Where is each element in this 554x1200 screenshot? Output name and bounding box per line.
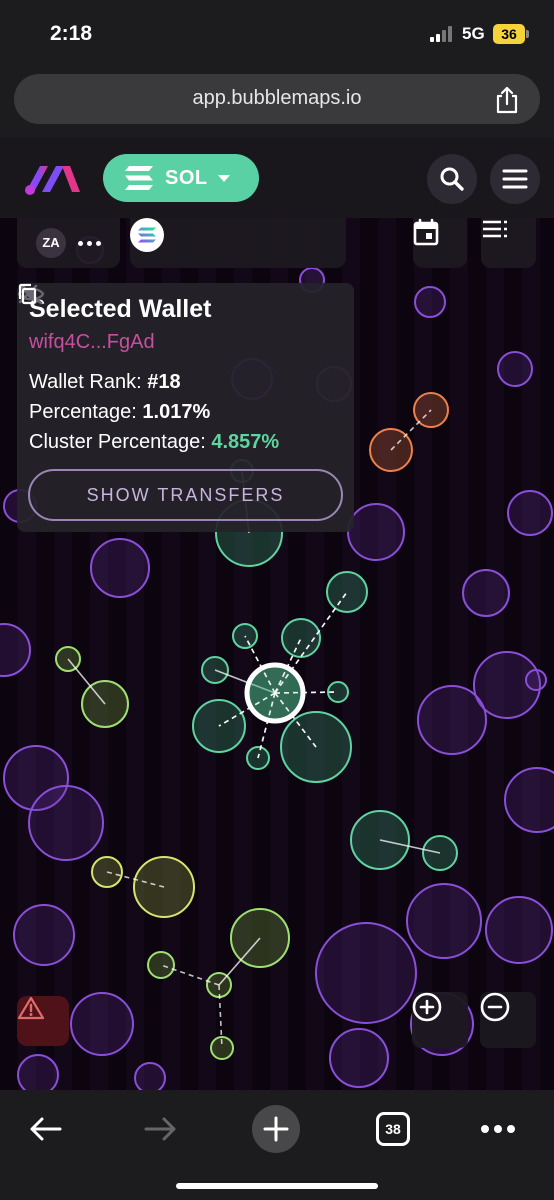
menu-icon: [502, 169, 528, 189]
wallet-bubble[interactable]: [417, 685, 487, 755]
map-tools: [130, 218, 346, 268]
forward-button[interactable]: [136, 1104, 186, 1154]
back-icon: [30, 1117, 62, 1141]
wallet-bubble[interactable]: [462, 569, 510, 617]
wallet-bubble[interactable]: [414, 286, 446, 318]
chain-label: SOL: [165, 166, 208, 189]
chain-selector-button[interactable]: SOL: [103, 154, 259, 202]
wallet-bubble[interactable]: [17, 1054, 59, 1090]
warning-button[interactable]: [17, 996, 69, 1046]
warning-icon: [17, 996, 45, 1020]
bubble-map[interactable]: ZA Selected Wallet wifq4C...FgAd Wallet …: [0, 218, 554, 1090]
selected-wallet-panel: Selected Wallet wifq4C...FgAd Wallet Ran…: [17, 283, 354, 532]
wallet-rank-row: Wallet Rank: #18: [29, 371, 181, 394]
chevron-down-icon: [217, 174, 230, 182]
menu-button[interactable]: [490, 154, 540, 204]
search-button[interactable]: [427, 154, 477, 204]
cluster-percentage-row: Cluster Percentage: 4.857%: [29, 431, 279, 454]
zoom-in-button[interactable]: [412, 992, 468, 1048]
browser-url-area: app.bubblemaps.io: [0, 68, 554, 138]
wallet-bubble[interactable]: [28, 785, 104, 861]
wallet-bubble[interactable]: [329, 1028, 389, 1088]
app-header: SOL: [0, 138, 554, 218]
wallet-rank-value: #18: [147, 371, 181, 393]
calendar-button[interactable]: [413, 218, 467, 268]
battery-icon: 36: [493, 24, 525, 44]
user-menu[interactable]: ZA: [17, 218, 120, 268]
wallet-bubble[interactable]: [485, 896, 553, 964]
zoom-out-icon: [480, 992, 510, 1022]
wallet-bubble[interactable]: [90, 538, 150, 598]
solana-icon: [125, 166, 153, 190]
wallet-bubble[interactable]: [406, 883, 482, 959]
percentage-row: Percentage: 1.017%: [29, 401, 210, 424]
wallet-bubble[interactable]: [0, 623, 31, 677]
wallet-bubble[interactable]: [70, 992, 134, 1056]
more-icon: [481, 1125, 515, 1133]
new-tab-icon: [252, 1105, 300, 1153]
wallet-bubble[interactable]: [315, 922, 417, 1024]
tabs-button[interactable]: 38: [368, 1104, 418, 1154]
home-indicator: [176, 1183, 378, 1189]
search-icon: [440, 167, 464, 191]
list-icon: [483, 220, 507, 238]
wallet-bubble[interactable]: [347, 503, 405, 561]
wallet-bubble[interactable]: [504, 767, 554, 833]
wallet-bubble[interactable]: [525, 669, 547, 691]
network-type: 5G: [462, 24, 485, 43]
bubblemaps-logo[interactable]: [22, 160, 82, 196]
new-tab-button[interactable]: [251, 1104, 301, 1154]
status-bar: 2:18 5G 36: [0, 0, 554, 68]
signal-icon: [430, 26, 456, 42]
cluster-percentage-value: 4.857%: [211, 431, 280, 453]
zoom-out-button[interactable]: [480, 992, 536, 1048]
wallet-list-button[interactable]: [481, 218, 536, 268]
more-dots-icon[interactable]: [78, 240, 101, 246]
url-text[interactable]: app.bubblemaps.io: [14, 87, 540, 110]
battery-cap: [526, 30, 529, 38]
zoom-in-icon: [412, 992, 442, 1022]
solana-token-icon[interactable]: [130, 218, 164, 252]
share-icon[interactable]: [494, 86, 520, 114]
panel-title: Selected Wallet: [29, 295, 212, 323]
url-bar[interactable]: app.bubblemaps.io: [14, 74, 540, 124]
back-button[interactable]: [20, 1104, 70, 1154]
show-transfers-button[interactable]: SHOW TRANSFERS: [28, 469, 343, 521]
wallet-bubble[interactable]: [507, 490, 553, 536]
percentage-label: Percentage:: [29, 401, 137, 423]
wallet-rank-label: Wallet Rank:: [29, 371, 142, 393]
status-time: 2:18: [50, 22, 93, 45]
wallet-bubble[interactable]: [497, 351, 533, 387]
wallet-bubble[interactable]: [13, 904, 75, 966]
more-button[interactable]: [473, 1104, 523, 1154]
forward-icon: [144, 1117, 176, 1141]
copy-icon[interactable]: [17, 283, 37, 305]
wallet-address-link[interactable]: wifq4C...FgAd: [29, 331, 155, 354]
calendar-icon: [413, 218, 439, 246]
wallet-bubble[interactable]: [134, 1062, 166, 1090]
tab-count: 38: [376, 1112, 410, 1146]
cluster-percentage-label: Cluster Percentage:: [29, 431, 206, 453]
percentage-value: 1.017%: [142, 401, 211, 423]
avatar[interactable]: ZA: [36, 228, 66, 258]
